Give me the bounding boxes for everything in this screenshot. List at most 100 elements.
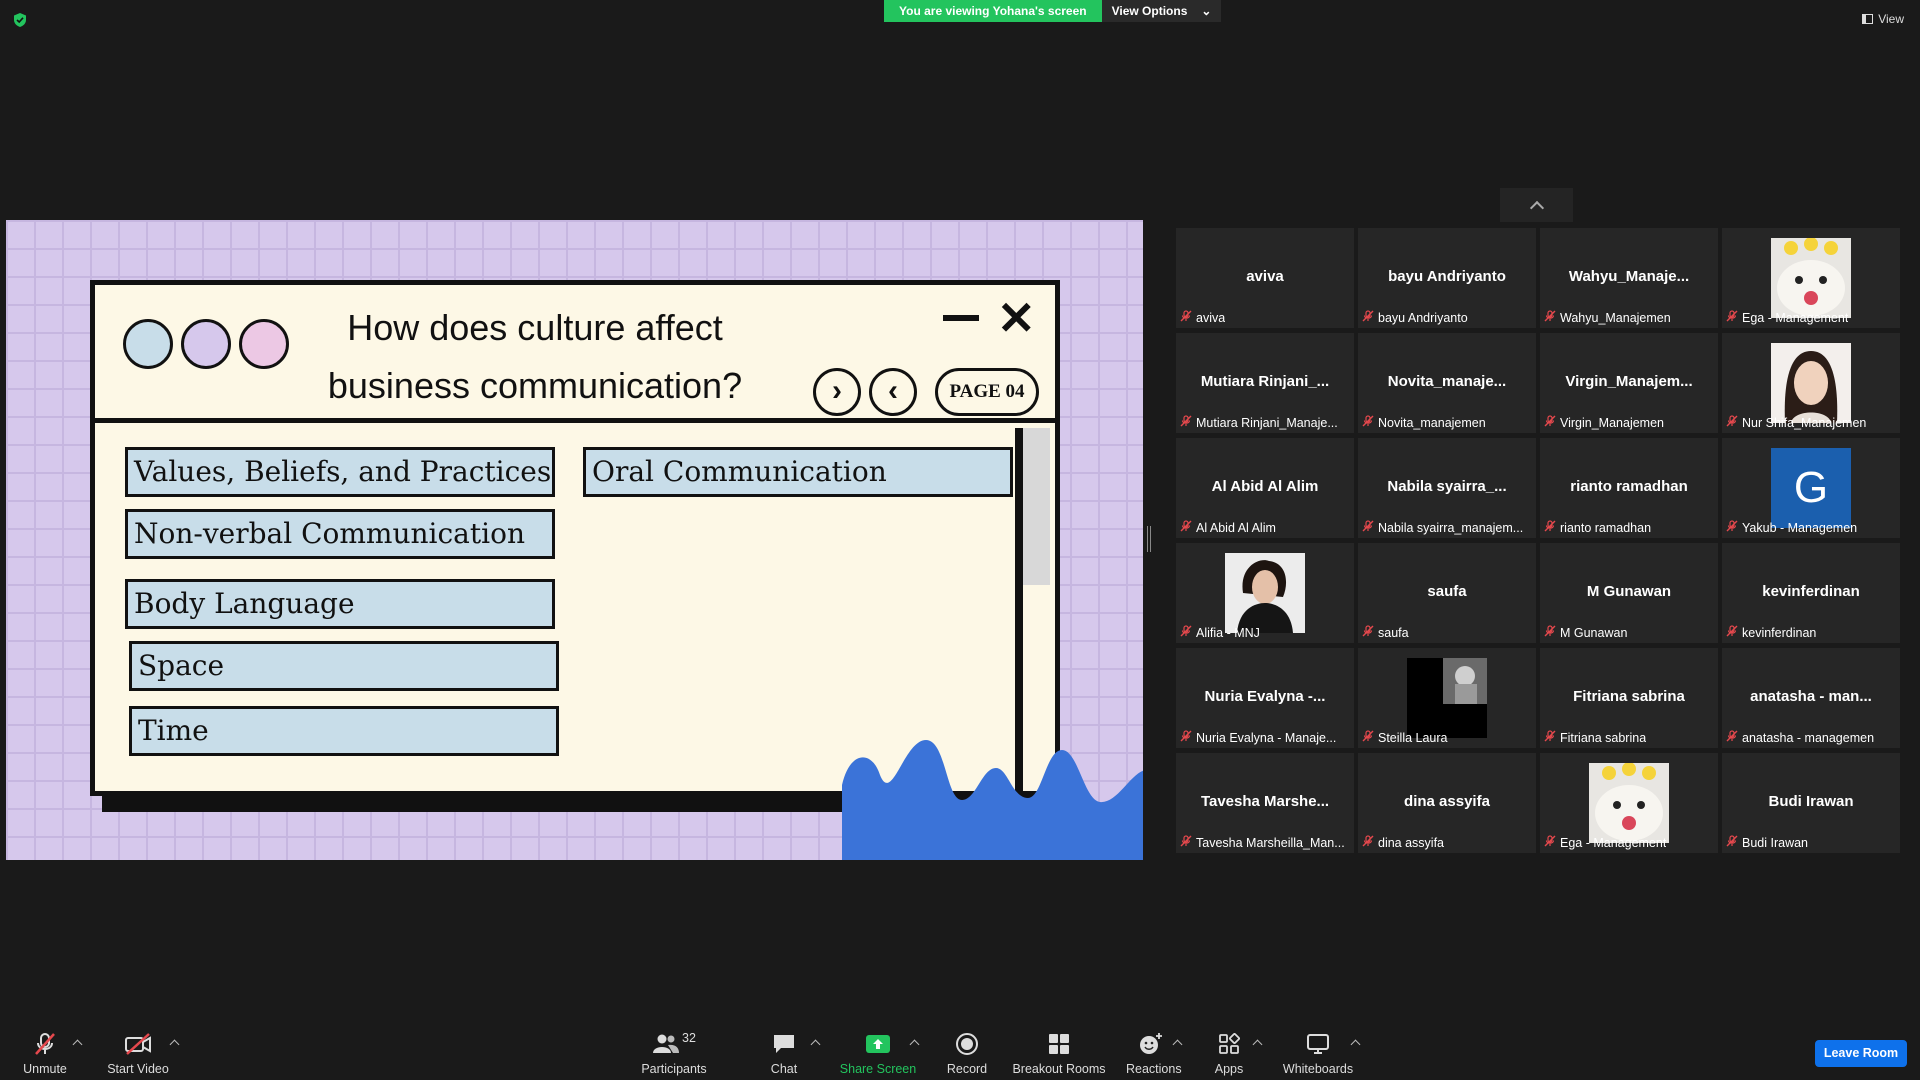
- participant-tile[interactable]: Novita_manaje... Novita_manajemen: [1358, 333, 1536, 433]
- participant-display-name: Al Abid Al Alim: [1211, 478, 1319, 495]
- leave-room-button[interactable]: Leave Room: [1815, 1040, 1907, 1067]
- participant-name: Alifia - MNJ: [1196, 625, 1260, 640]
- participant-tile[interactable]: dina assyifa dina assyifa: [1358, 753, 1536, 853]
- participant-tile[interactable]: Alifia - MNJ: [1176, 543, 1354, 643]
- apps-button[interactable]: Apps: [1212, 1030, 1246, 1076]
- participant-display-name: bayu Andriyanto: [1388, 268, 1506, 285]
- participant-tile[interactable]: anatasha - man... anatasha - managemen: [1722, 648, 1900, 748]
- participant-tile[interactable]: aviva aviva: [1176, 228, 1354, 328]
- participant-display-name: Nabila syairra_...: [1387, 478, 1507, 495]
- minimize-icon: [943, 315, 979, 321]
- participant-name: Wahyu_Manajemen: [1560, 310, 1671, 325]
- breakout-rooms-label: Breakout Rooms: [1012, 1062, 1106, 1076]
- muted-microphone-icon: [1544, 415, 1556, 430]
- participant-name-label: Yakub - Managemen: [1726, 520, 1857, 535]
- collapse-gallery-button[interactable]: [1500, 188, 1573, 222]
- muted-microphone-icon: [1180, 520, 1192, 535]
- participant-name-label: kevinferdinan: [1726, 625, 1816, 640]
- participant-name: Steilla Laura: [1378, 730, 1448, 745]
- participant-name-label: Virgin_Manajemen: [1544, 415, 1664, 430]
- participant-name-label: Alifia - MNJ: [1180, 625, 1260, 640]
- participant-tile[interactable]: rianto ramadhan rianto ramadhan: [1540, 438, 1718, 538]
- participant-tile[interactable]: Tavesha Marshe... Tavesha Marsheilla_Man.…: [1176, 753, 1354, 853]
- participant-tile[interactable]: kevinferdinan kevinferdinan: [1722, 543, 1900, 643]
- share-screen-label: Share Screen: [839, 1062, 917, 1076]
- participant-display-name: dina assyifa: [1404, 793, 1490, 810]
- shield-icon[interactable]: [12, 12, 28, 28]
- circle-icon: [239, 319, 289, 369]
- participant-name-label: Wahyu_Manajemen: [1544, 310, 1671, 325]
- topic-tag: Non-verbal Communication: [125, 509, 555, 559]
- participant-tile[interactable]: Mutiara Rinjani_... Mutiara Rinjani_Manaj…: [1176, 333, 1354, 433]
- unmute-label: Unmute: [23, 1062, 67, 1076]
- topic-tag: Time: [129, 706, 559, 756]
- participant-tile[interactable]: Nabila syairra_... Nabila syairra_manajem…: [1358, 438, 1536, 538]
- view-options-button[interactable]: View Options ⌄: [1101, 0, 1222, 22]
- record-icon: [956, 1033, 978, 1055]
- view-button[interactable]: View: [1862, 12, 1904, 26]
- muted-microphone-icon: [1180, 625, 1192, 640]
- participant-tile[interactable]: Steilla Laura: [1358, 648, 1536, 748]
- participants-count: 32: [682, 1031, 696, 1045]
- topic-tag: Space: [129, 641, 559, 691]
- participant-tile[interactable]: Al Abid Al Alim Al Abid Al Alim: [1176, 438, 1354, 538]
- participant-tile[interactable]: Budi Irawan Budi Irawan: [1722, 753, 1900, 853]
- participant-tile[interactable]: Wahyu_Manaje... Wahyu_Manajemen: [1540, 228, 1718, 328]
- participant-display-name: anatasha - man...: [1750, 688, 1872, 705]
- participant-name: saufa: [1378, 625, 1409, 640]
- participant-name-label: anatasha - managemen: [1726, 730, 1874, 745]
- whiteboard-icon: [1307, 1034, 1329, 1054]
- chat-button[interactable]: Chat: [764, 1030, 804, 1076]
- participant-tile[interactable]: Ega - Management: [1722, 228, 1900, 328]
- apps-label: Apps: [1214, 1062, 1244, 1076]
- topic-tag: Values, Beliefs, and Practices: [125, 447, 555, 497]
- whiteboards-label: Whiteboards: [1282, 1062, 1354, 1076]
- participant-tile[interactable]: Fitriana sabrina Fitriana sabrina: [1540, 648, 1718, 748]
- participant-name: bayu Andriyanto: [1378, 310, 1468, 325]
- participant-name: Fitriana sabrina: [1560, 730, 1647, 745]
- participant-display-name: rianto ramadhan: [1570, 478, 1688, 495]
- muted-microphone-icon: [1726, 835, 1738, 850]
- participant-name: Ega - Management: [1560, 835, 1667, 850]
- chevron-up-icon[interactable]: [810, 1039, 821, 1050]
- unmute-button[interactable]: Unmute: [15, 1030, 75, 1076]
- muted-microphone-icon: [1544, 835, 1556, 850]
- chevron-up-icon[interactable]: [1252, 1039, 1263, 1050]
- share-screen-button[interactable]: Share Screen: [838, 1030, 918, 1076]
- participant-display-name: Wahyu_Manaje...: [1568, 268, 1690, 285]
- participant-tile[interactable]: Virgin_Manajem... Virgin_Manajemen: [1540, 333, 1718, 433]
- topic-tag: Oral Communication: [583, 447, 1013, 497]
- participant-name-label: Ega - Management: [1544, 835, 1666, 850]
- zoom-meeting-window: You are viewing Yohana's screen View Opt…: [0, 0, 1920, 1080]
- muted-microphone-icon: [1544, 520, 1556, 535]
- participant-tile[interactable]: Nur Shifa_Manajemen: [1722, 333, 1900, 433]
- participant-name: rianto ramadhan: [1560, 520, 1652, 535]
- record-button[interactable]: Record: [942, 1030, 992, 1076]
- participant-name-label: rianto ramadhan: [1544, 520, 1651, 535]
- participant-name-label: Ega - Management: [1726, 310, 1848, 325]
- participant-tile[interactable]: M Gunawan M Gunawan: [1540, 543, 1718, 643]
- breakout-rooms-icon: [1049, 1034, 1069, 1054]
- slide-question: How does culture affect business communi…: [325, 299, 745, 415]
- muted-microphone-icon: [1544, 625, 1556, 640]
- muted-microphone-icon: [1726, 415, 1738, 430]
- participants-button[interactable]: 32 Participants: [638, 1030, 710, 1076]
- participant-name-label: Nabila syairra_manajem...: [1362, 520, 1523, 535]
- resize-divider[interactable]: [1147, 526, 1151, 552]
- participant-tile[interactable]: Ega - Management: [1540, 753, 1718, 853]
- whiteboards-button[interactable]: Whiteboards: [1282, 1030, 1354, 1076]
- breakout-rooms-button[interactable]: Breakout Rooms: [1012, 1030, 1106, 1076]
- participant-tile[interactable]: G Yakub - Managemen: [1722, 438, 1900, 538]
- participant-tile[interactable]: saufa saufa: [1358, 543, 1536, 643]
- participant-tile[interactable]: Nuria Evalyna -... Nuria Evalyna - Manaje…: [1176, 648, 1354, 748]
- participant-tile[interactable]: bayu Andriyanto bayu Andriyanto: [1358, 228, 1536, 328]
- participant-name: Budi Irawan: [1742, 835, 1809, 850]
- shared-screen[interactable]: How does culture affect business communi…: [6, 220, 1143, 860]
- participant-name: Al Abid Al Alim: [1196, 520, 1276, 535]
- participant-display-name: Tavesha Marshe...: [1200, 793, 1330, 810]
- scrollbar-track: [1015, 428, 1023, 791]
- participant-name: Mutiara Rinjani_Manaje...: [1196, 415, 1338, 430]
- reactions-button[interactable]: Reactions: [1126, 1030, 1182, 1076]
- participant-name: anatasha - managemen: [1742, 730, 1875, 745]
- start-video-button[interactable]: Start Video: [103, 1030, 173, 1076]
